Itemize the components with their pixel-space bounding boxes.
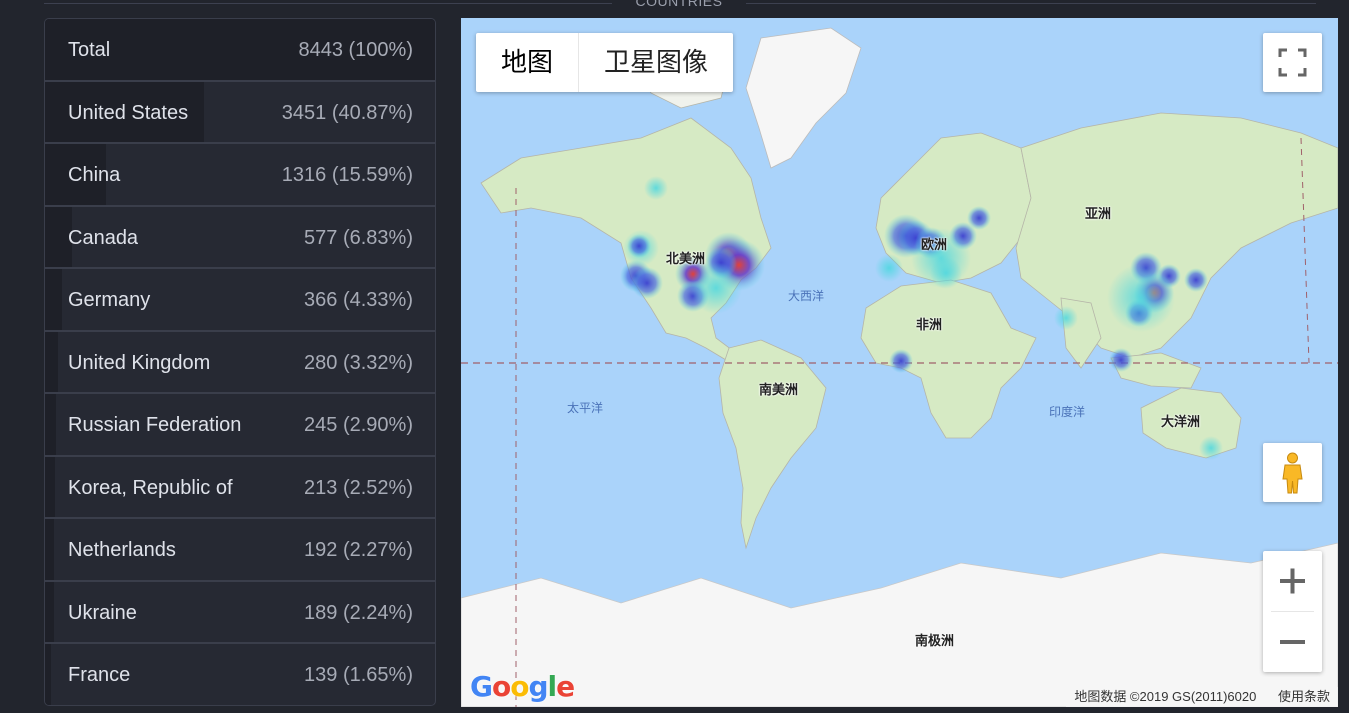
pegman-icon — [1282, 452, 1303, 494]
country-row[interactable]: Netherlands 192 (2.27%) — [45, 519, 435, 582]
country-count: 192 (2.27%) — [304, 539, 413, 561]
share-bar — [45, 644, 52, 705]
heat-point — [930, 257, 962, 289]
country-name: Russian Federation — [68, 414, 242, 436]
country-row[interactable]: Korea, Republic of 213 (2.52%) — [45, 456, 435, 519]
plus-icon — [1280, 568, 1305, 594]
section-title: COUNTRIES — [635, 0, 723, 9]
heat-point — [1109, 348, 1133, 372]
label-pacific: 太平洋 — [567, 401, 604, 415]
heat-point — [1199, 436, 1223, 460]
heat-point — [627, 234, 651, 258]
header-divider-right — [746, 3, 1316, 4]
country-name: Canada — [68, 226, 139, 249]
country-row[interactable]: China 1316 (15.59%) — [45, 144, 435, 207]
heat-point — [889, 349, 913, 373]
heat-point — [690, 262, 742, 314]
heat-point — [644, 176, 668, 200]
country-name: Total — [68, 39, 111, 61]
country-row[interactable]: France 139 (1.65%) — [45, 644, 435, 705]
zoom-out-button[interactable] — [1263, 612, 1322, 672]
share-bar — [45, 269, 62, 330]
landmass-greenland — [745, 27, 862, 169]
map-type-control: 地图 卫星图像 — [476, 33, 734, 92]
share-bar — [45, 394, 57, 455]
share-bar — [45, 581, 54, 642]
country-count: 1316 (15.59%) — [281, 164, 413, 186]
country-name: Korea, Republic of — [68, 476, 233, 499]
heat-point — [967, 206, 991, 230]
country-row[interactable]: Ukraine 189 (2.24%) — [45, 581, 435, 644]
country-count: 366 (4.33%) — [304, 289, 413, 311]
attribution-text: 地图数据 ©2019 GS(2011)6020 — [1074, 689, 1257, 704]
zoom-control — [1263, 551, 1322, 672]
country-count: 280 (3.32%) — [304, 351, 413, 374]
heat-point — [631, 267, 663, 299]
label-south-america: 南美洲 — [759, 382, 799, 397]
country-name: United States — [68, 101, 189, 124]
label-asia: 亚洲 — [1085, 206, 1112, 221]
label-oceania: 大洋洲 — [1161, 414, 1201, 429]
country-row-total[interactable]: Total 8443 (100%) — [45, 19, 435, 82]
landmass-africa — [860, 279, 1037, 439]
landmass-south-america — [718, 339, 827, 550]
map-attribution: 地图数据 ©2019 GS(2011)6020 使用条款 — [1066, 687, 1338, 707]
heat-point — [1054, 306, 1078, 330]
label-atlantic: 大西洋 — [788, 289, 825, 303]
country-count: 3451 (40.87%) — [281, 101, 413, 124]
label-africa: 非洲 — [916, 317, 943, 332]
header-divider-left — [44, 3, 612, 4]
country-name: China — [68, 164, 121, 186]
country-count: 189 (2.24%) — [304, 601, 413, 624]
share-bar — [45, 331, 58, 392]
fullscreen-button[interactable] — [1263, 33, 1322, 92]
heat-point — [1184, 268, 1208, 292]
countries-table: Total 8443 (100%) United States 3451 (40.8… — [44, 18, 436, 706]
label-north-america: 北美洲 — [666, 251, 706, 266]
fullscreen-icon — [1278, 48, 1307, 77]
country-name: Netherlands — [68, 539, 176, 561]
label-antarctica: 南极洲 — [915, 633, 955, 648]
country-count: 213 (2.52%) — [304, 476, 413, 499]
country-name: France — [68, 664, 131, 686]
country-row[interactable]: Russian Federation 245 (2.90%) — [45, 394, 435, 457]
heat-point — [875, 254, 903, 282]
heat-point — [1107, 264, 1175, 332]
country-name: United Kingdom — [68, 351, 211, 374]
share-bar — [45, 519, 54, 580]
country-row[interactable]: Germany 366 (4.33%) — [45, 269, 435, 332]
landmass-antarctica — [461, 542, 1338, 707]
world-heatmap[interactable]: 北美洲 欧洲 亚洲 非洲 南美洲 大洋洲 南极洲 大西洋 太平洋 印度洋 地图 … — [461, 18, 1338, 707]
country-count: 245 (2.90%) — [304, 414, 413, 436]
country-row[interactable]: United Kingdom 280 (3.32%) — [45, 331, 435, 394]
section-header: COUNTRIES — [44, 0, 1316, 12]
map-type-roadmap-button[interactable]: 地图 — [476, 33, 578, 92]
country-name: Germany — [68, 289, 151, 311]
map-type-satellite-button[interactable]: 卫星图像 — [578, 33, 733, 92]
google-logo: Google — [470, 670, 575, 703]
terms-link[interactable]: 使用条款 — [1278, 689, 1330, 704]
country-name: Ukraine — [68, 601, 137, 624]
country-count: 139 (1.65%) — [304, 664, 413, 686]
label-europe: 欧洲 — [921, 237, 948, 252]
map-canvas[interactable] — [461, 18, 1338, 707]
label-indian: 印度洋 — [1049, 405, 1086, 419]
country-row[interactable]: Canada 577 (6.83%) — [45, 206, 435, 269]
country-count: 577 (6.83%) — [304, 226, 413, 249]
street-view-pegman-button[interactable] — [1263, 443, 1322, 502]
share-bar — [45, 456, 55, 517]
country-row[interactable]: United States 3451 (40.87%) — [45, 81, 435, 144]
zoom-in-button[interactable] — [1263, 551, 1322, 611]
country-count: 8443 (100%) — [298, 39, 413, 61]
minus-icon — [1280, 640, 1305, 644]
